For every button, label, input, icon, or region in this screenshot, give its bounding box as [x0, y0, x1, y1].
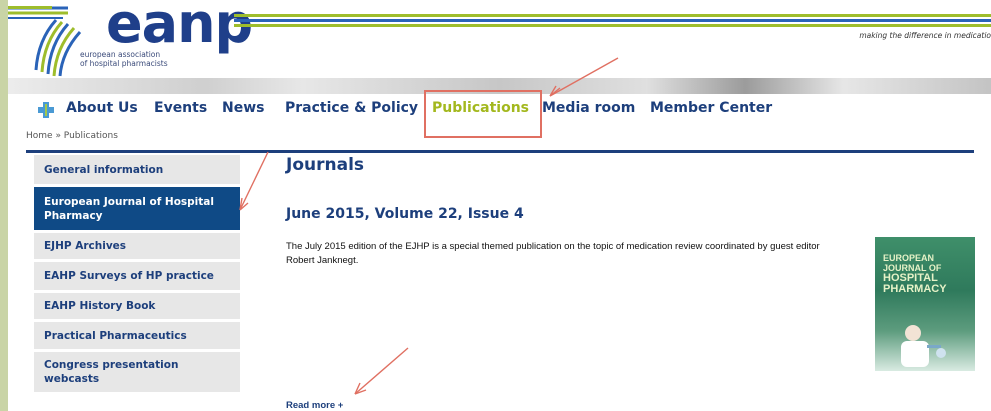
- sidebar-item-eahp-surveys[interactable]: EAHP Surveys of HP practice: [34, 262, 240, 290]
- site-tagline: making the difference in medicatio: [859, 31, 991, 40]
- nav-member-center[interactable]: Member Center: [650, 100, 772, 116]
- cover-title: EUROPEAN JOURNAL OF HOSPITAL PHARMACY: [883, 253, 947, 295]
- arrowhead: [354, 382, 367, 395]
- header-stripe-green-2: [234, 24, 991, 27]
- nav-events[interactable]: Events: [154, 100, 207, 116]
- article-title-link[interactable]: June 2015, Volume 22, Issue 4: [286, 206, 524, 222]
- read-more-link[interactable]: Read more +: [286, 400, 343, 411]
- logo-subtitle-line2: of hospital pharmacists: [80, 59, 168, 68]
- breadcrumb[interactable]: Home » Publications: [26, 131, 118, 141]
- cover-line: PHARMACY: [883, 283, 947, 295]
- journal-cover-image[interactable]: EUROPEAN JOURNAL OF HOSPITAL PHARMACY: [875, 237, 975, 371]
- logo-stripe: [8, 6, 52, 9]
- arrowhead: [239, 197, 249, 211]
- sidebar-item-label: General information: [44, 163, 164, 176]
- cover-line: EUROPEAN: [883, 253, 935, 263]
- sidebar-item-label: EAHP History Book: [44, 300, 156, 312]
- logo-subtitle: european association of hospital pharmac…: [80, 50, 190, 68]
- home-cross-icon[interactable]: [36, 100, 56, 120]
- sidebar-item-label: Congress presentation webcasts: [44, 359, 179, 385]
- cover-pharmacist-illustration: [901, 325, 946, 367]
- nav-news[interactable]: News: [222, 100, 264, 116]
- arrow-to-read-more: [354, 347, 409, 395]
- site-logo[interactable]: eanp: [106, 0, 253, 54]
- sidebar-item-practical-pharmaceutics[interactable]: Practical Pharmaceutics: [34, 322, 240, 349]
- browser-page: eanp european association of hospital ph…: [8, 0, 991, 411]
- logo-subtitle-line1: european association: [80, 50, 161, 59]
- sidebar-item-ejhp-archives[interactable]: EJHP Archives: [34, 233, 240, 259]
- sidebar-item-label: European Journal of Hospital Pharmacy: [44, 195, 214, 222]
- sidebar-item-label: EJHP Archives: [44, 240, 127, 252]
- sidebar-item-congress-webcasts[interactable]: Congress presentation webcasts: [34, 352, 240, 392]
- sidebar-item-general-information[interactable]: General information: [34, 155, 240, 184]
- article-summary: The July 2015 edition of the EJHP is a s…: [286, 241, 820, 266]
- sidebar-item-history-book[interactable]: EAHP History Book: [34, 293, 240, 319]
- site-header: eanp european association of hospital ph…: [8, 0, 991, 80]
- header-stripe-blue: [234, 19, 991, 22]
- nav-media-room[interactable]: Media room: [542, 100, 635, 116]
- sidebar-item-european-journal[interactable]: European Journal of Hospital Pharmacy: [34, 187, 240, 230]
- nav-underline: [26, 150, 974, 153]
- nav-practice-policy[interactable]: Practice & Policy: [285, 100, 418, 116]
- sidebar-item-label: EAHP Surveys of HP practice: [44, 270, 214, 282]
- header-stripe-green: [234, 14, 991, 17]
- nav-publications[interactable]: Publications: [432, 100, 529, 116]
- arrow-to-sidebar-item: [239, 151, 269, 211]
- page-title: Journals: [286, 155, 365, 175]
- header-banner: [8, 78, 991, 94]
- sidebar-item-label: Practical Pharmaceutics: [44, 329, 187, 342]
- nav-about-us[interactable]: About Us: [66, 100, 138, 116]
- sidebar: General information European Journal of …: [34, 155, 240, 395]
